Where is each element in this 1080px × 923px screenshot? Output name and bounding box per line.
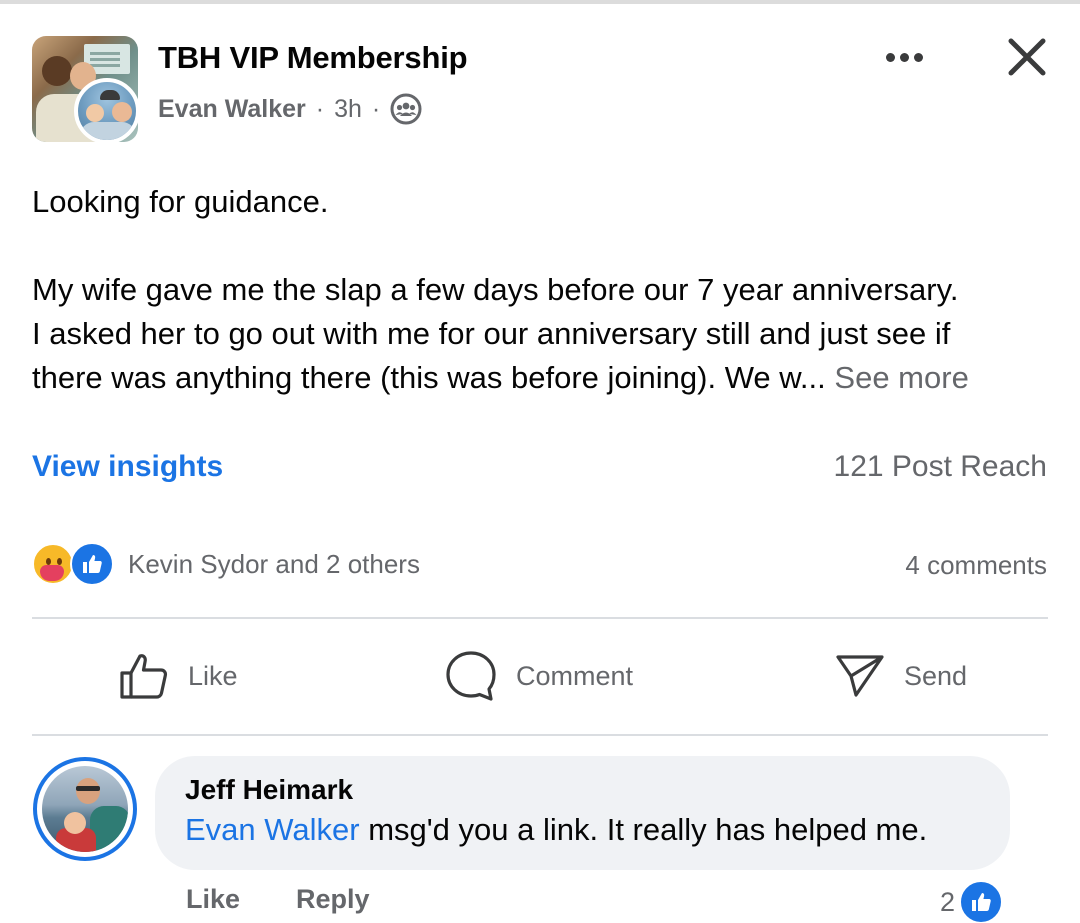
divider (32, 734, 1048, 736)
comment-like-button[interactable]: Like (186, 884, 240, 915)
comment-icon (446, 651, 496, 701)
reactions-summary[interactable]: Kevin Sydor and 2 others (32, 542, 420, 586)
post-body: Looking for guidance. My wife gave me th… (32, 180, 1052, 400)
send-button[interactable]: Send (834, 648, 967, 704)
close-icon[interactable] (1004, 34, 1050, 80)
post-text-fragment: there was anything there (this was befor… (32, 360, 826, 395)
like-icon (120, 654, 168, 699)
comment-label: Comment (516, 660, 634, 691)
post-text-line: I asked her to go out with me for our an… (32, 316, 951, 351)
post-reach: 121 Post Reach (833, 450, 1047, 483)
reaction-icons (32, 542, 118, 586)
comment-reaction-count: 2 (940, 886, 956, 917)
post-time[interactable]: 3h (334, 95, 362, 124)
see-more-link[interactable]: See more (834, 360, 968, 395)
comments-count[interactable]: 4 comments (905, 550, 1047, 581)
like-reaction-icon (959, 880, 1004, 923)
reactors-text[interactable]: Kevin Sydor and 2 others (128, 549, 420, 580)
post-meta: Evan Walker · 3h · (158, 93, 422, 125)
author-name[interactable]: Evan Walker (158, 95, 306, 124)
author-avatar[interactable] (74, 78, 140, 144)
meta-separator: · (315, 94, 325, 123)
post-text-line: Looking for guidance. (32, 184, 329, 219)
meta-separator: · (371, 94, 381, 123)
commenter-name[interactable]: Jeff Heimark (185, 774, 980, 806)
comment-actions: Like Reply (186, 884, 370, 915)
send-label: Send (904, 660, 968, 691)
like-label: Like (188, 660, 238, 691)
comment-bubble: Jeff Heimark Evan Walker msg'd you a lin… (155, 756, 1010, 870)
group-avatar[interactable] (32, 36, 140, 144)
like-reaction-icon (70, 542, 114, 586)
send-icon (836, 655, 884, 697)
comment-mention[interactable]: Evan Walker (185, 812, 360, 847)
post-text-line: My wife gave me the slap a few days befo… (32, 272, 959, 307)
commenter-avatar[interactable] (33, 757, 137, 861)
group-members-icon (390, 93, 422, 125)
comment-button[interactable]: Comment (444, 648, 633, 704)
like-button[interactable]: Like (118, 648, 238, 704)
post-text-line: there was anything there (this was befor… (32, 356, 1052, 400)
more-options-icon[interactable] (878, 40, 930, 74)
comment-text: Evan Walker msg'd you a link. It really … (185, 812, 980, 848)
comment-reply-button[interactable]: Reply (296, 884, 370, 915)
group-name[interactable]: TBH VIP Membership (158, 40, 468, 76)
view-insights-link[interactable]: View insights (32, 450, 223, 484)
comment-body: msg'd you a link. It really has helped m… (359, 812, 928, 847)
comment-reactions[interactable]: 2 (940, 880, 1004, 923)
care-reaction-icon (32, 543, 74, 585)
top-divider (0, 0, 1080, 4)
divider (32, 617, 1048, 619)
